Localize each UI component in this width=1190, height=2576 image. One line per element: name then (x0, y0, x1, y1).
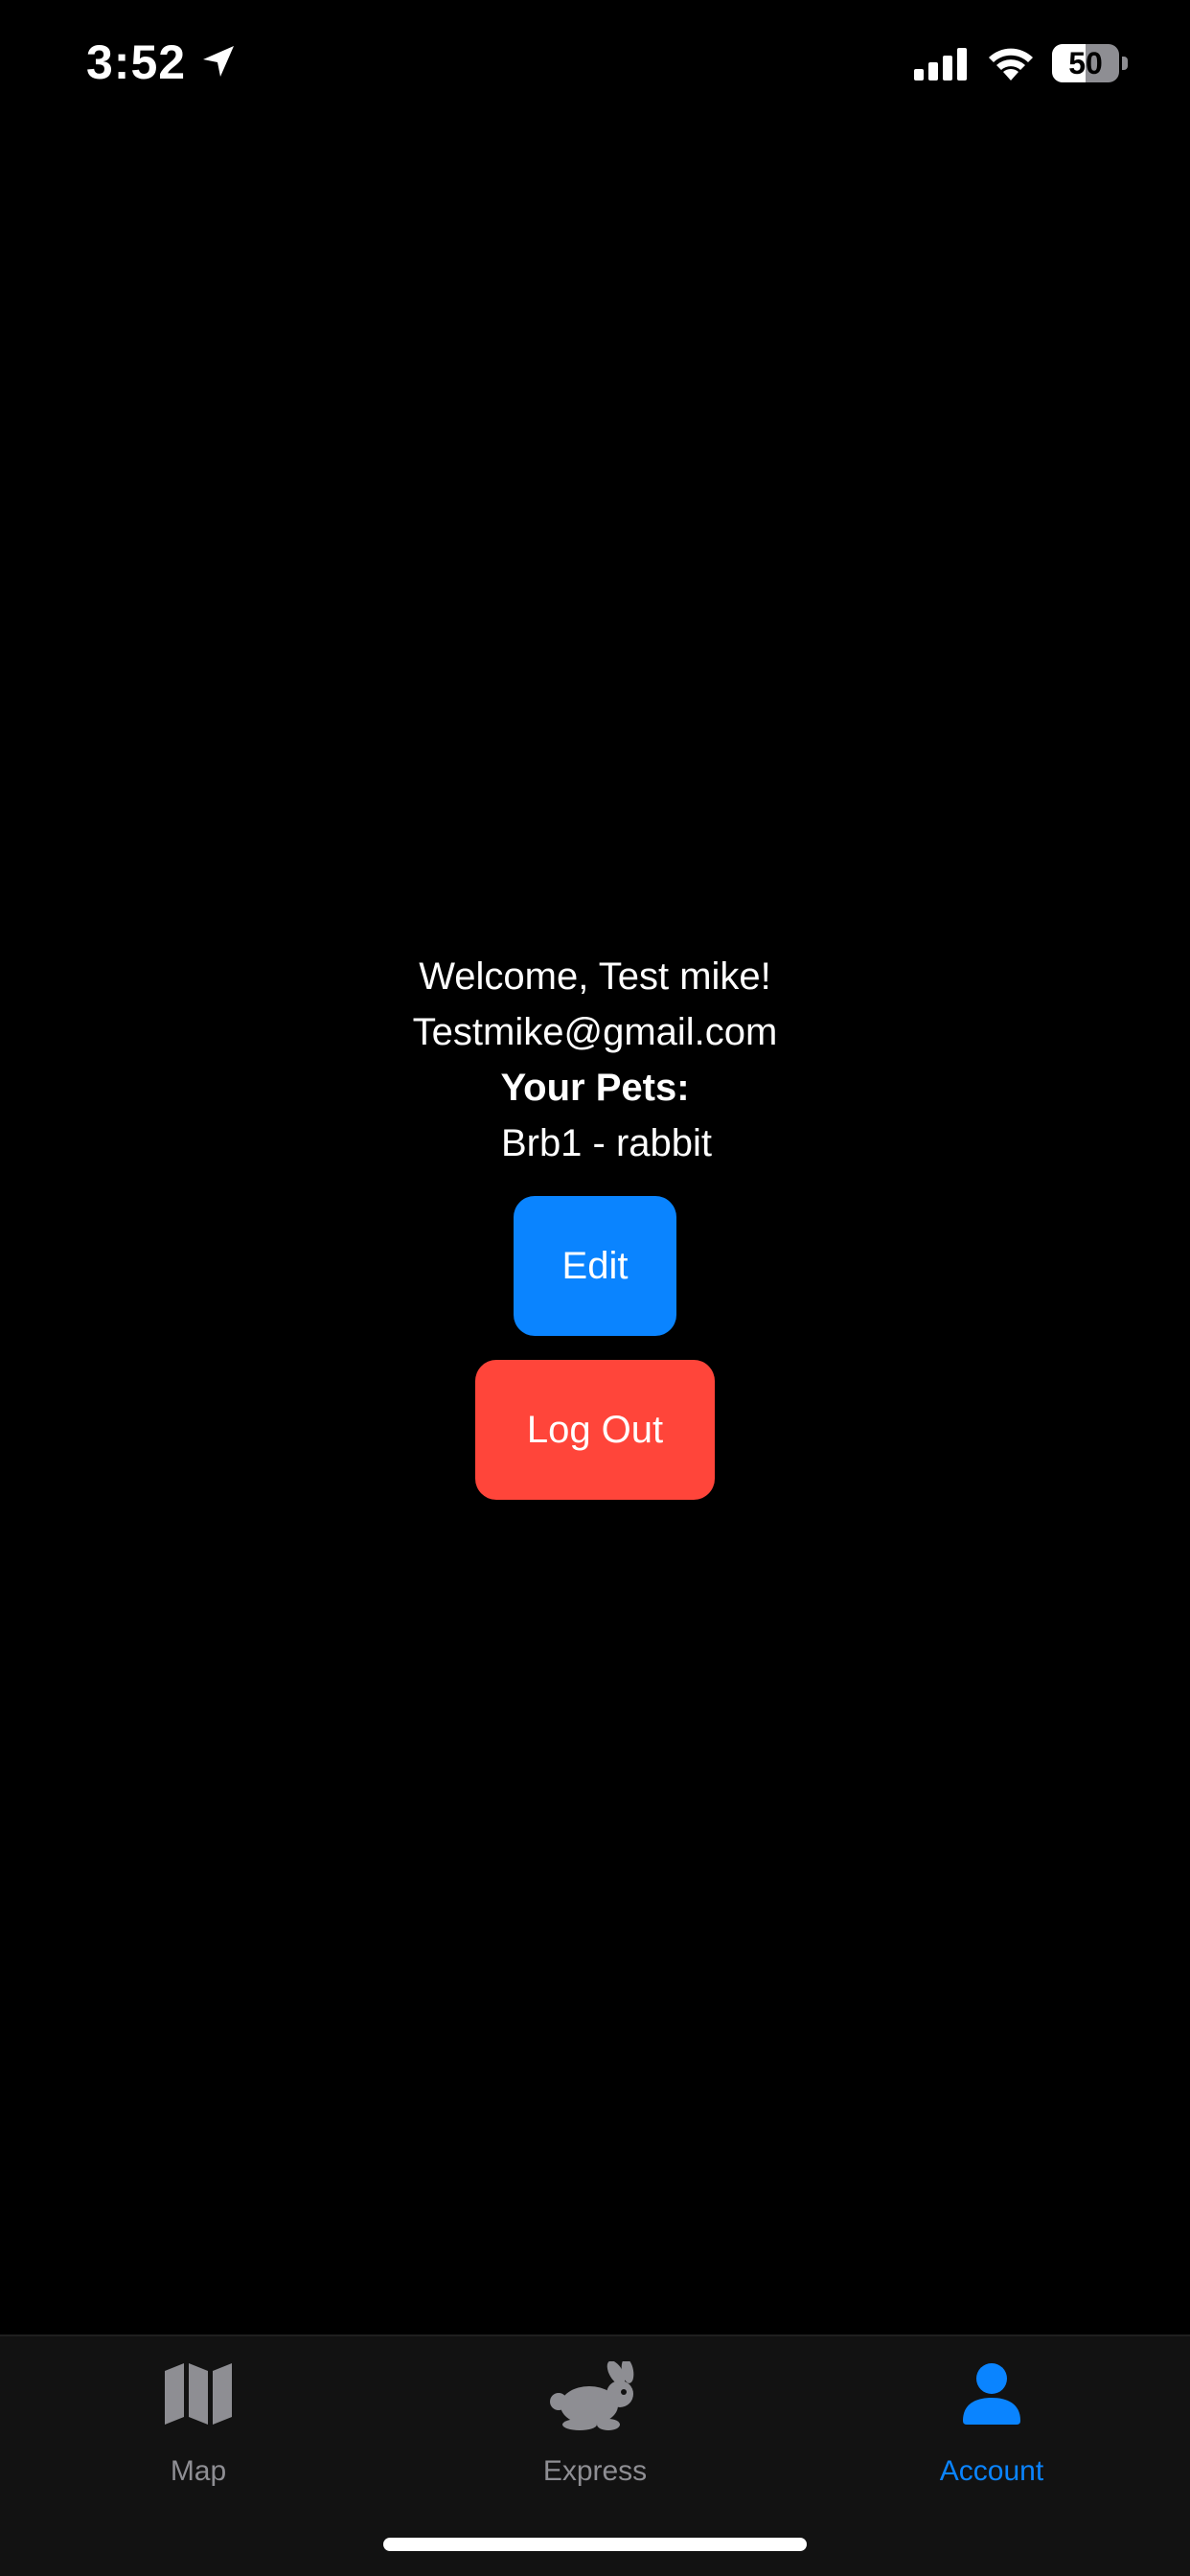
tab-label-account: Account (939, 2455, 1044, 2487)
pets-heading: Your Pets: (500, 1067, 690, 1109)
rabbit-icon (550, 2361, 634, 2430)
map-icon (165, 2363, 232, 2425)
status-bar: 3:52 50 (0, 0, 1190, 134)
welcome-message: Welcome, Test mike! (419, 955, 771, 998)
battery-level: 50 (1068, 46, 1103, 80)
person-icon (963, 2363, 1020, 2425)
location-arrow-icon (203, 46, 234, 77)
edit-button[interactable]: Edit (514, 1196, 676, 1336)
home-indicator (383, 2538, 807, 2551)
user-email: Testmike@gmail.com (412, 1011, 778, 1053)
account-panel: Welcome, Test mike! Testmike@gmail.com Y… (0, 949, 1190, 1500)
tab-express[interactable]: Express (397, 2336, 793, 2509)
cellular-signal-icon (914, 48, 967, 80)
wifi-icon (989, 48, 1033, 80)
battery-cap (1122, 57, 1128, 70)
pet-list-item: Brb1 - rabbit (500, 1122, 713, 1164)
status-time: 3:52 (86, 35, 187, 89)
battery-indicator: 50 (1052, 44, 1129, 82)
log-out-button[interactable]: Log Out (475, 1360, 715, 1500)
tab-map[interactable]: Map (0, 2336, 397, 2509)
tab-label-map: Map (170, 2455, 227, 2487)
battery-body: 50 (1052, 44, 1119, 82)
tab-account[interactable]: Account (793, 2336, 1190, 2509)
tab-label-express: Express (542, 2455, 648, 2487)
